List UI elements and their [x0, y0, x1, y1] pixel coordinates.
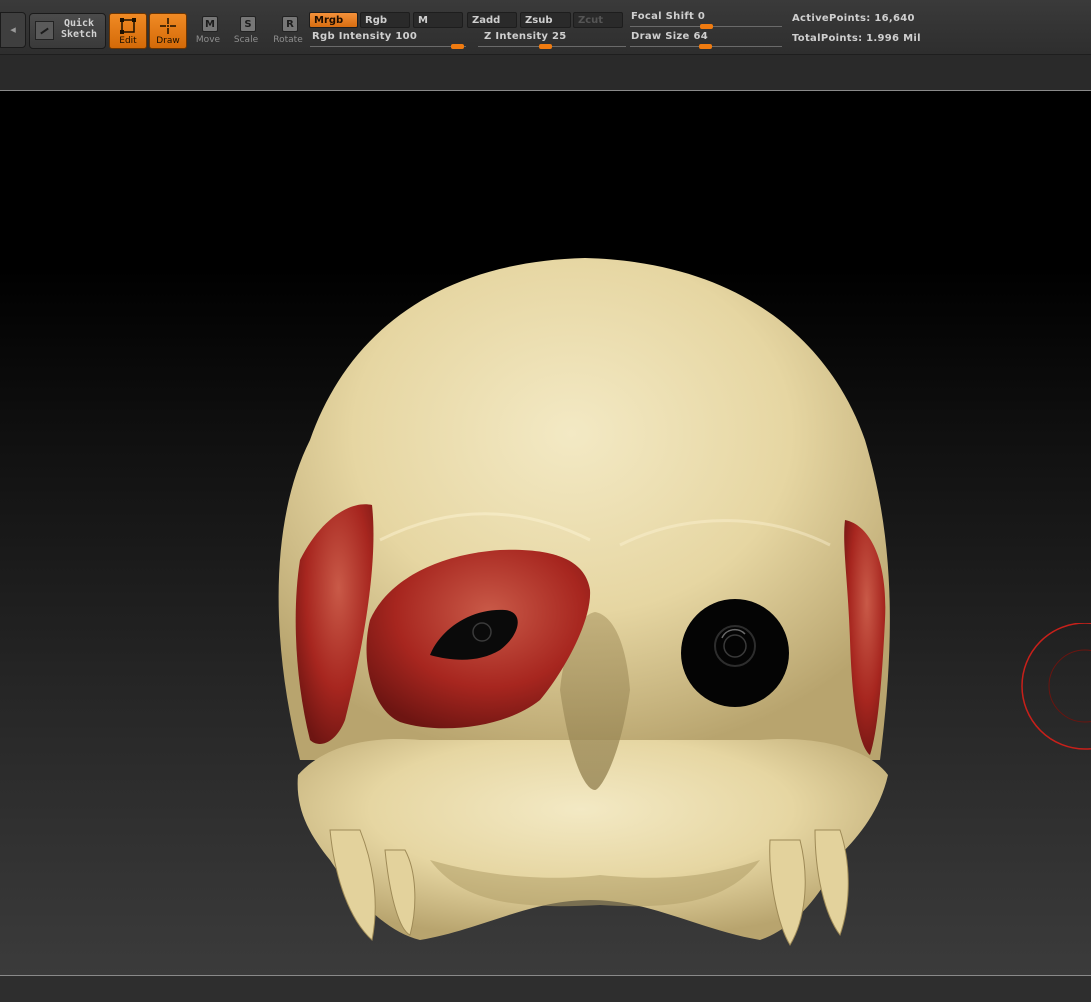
rotate-button[interactable]: R Rotate: [270, 13, 306, 47]
rgb-intensity-value: 100: [395, 31, 418, 42]
quick-sketch-button[interactable]: Quick Sketch: [29, 13, 106, 49]
draw-size-label: Draw Size: [631, 31, 690, 42]
draw-button[interactable]: Draw: [149, 13, 187, 49]
quick-sketch-icon: [35, 21, 54, 40]
secondary-toolbar: [0, 55, 1091, 91]
tooth: [814, 829, 849, 937]
move-icon: M: [202, 16, 218, 32]
scale-label: Scale: [233, 35, 259, 45]
edit-label: Edit: [119, 36, 137, 46]
zadd-button[interactable]: Zadd: [467, 12, 517, 28]
focal-shift-value: 0: [697, 11, 706, 22]
z-intensity-track[interactable]: [478, 46, 626, 47]
move-button[interactable]: M Move: [190, 13, 226, 47]
active-points-readout: ActivePoints: 16,640: [792, 13, 915, 24]
zsub-button[interactable]: Zsub: [520, 12, 571, 28]
focal-shift-label: Focal Shift: [631, 11, 695, 22]
rotate-icon: R: [282, 16, 298, 32]
z-intensity-value: 25: [552, 31, 567, 42]
edit-frame-icon: [120, 18, 136, 34]
m-button[interactable]: M: [413, 12, 463, 28]
skull-model[interactable]: [0, 91, 1091, 975]
rgb-intensity-label: Rgb Intensity: [312, 31, 392, 42]
bottom-shelf: [0, 975, 1091, 1002]
chevron-left-icon: ◂: [10, 23, 16, 36]
focal-shift-knob[interactable]: [700, 24, 713, 29]
z-intensity-knob[interactable]: [539, 44, 552, 49]
3d-viewport[interactable]: [0, 91, 1091, 975]
draw-size-knob[interactable]: [699, 44, 712, 49]
draw-crosshair-icon: [160, 18, 176, 34]
draw-label: Draw: [156, 36, 180, 46]
move-label: Move: [195, 35, 221, 45]
quick-sketch-label-line2: Sketch: [60, 29, 98, 40]
top-toolbar: ◂ Quick Sketch Edit Draw M Move S Scale …: [0, 0, 1091, 55]
quick-sketch-label-line1: Quick: [63, 18, 95, 29]
scale-button[interactable]: S Scale: [228, 13, 264, 47]
draw-size-value: 64: [693, 31, 708, 42]
edit-button[interactable]: Edit: [109, 13, 147, 49]
z-intensity-label: Z Intensity: [484, 31, 549, 42]
rgb-intensity-knob[interactable]: [451, 44, 464, 49]
scale-icon: S: [240, 16, 256, 32]
zcut-button[interactable]: Zcut: [573, 12, 623, 28]
mrgb-button[interactable]: Mrgb: [309, 12, 358, 28]
right-eyeball: [681, 599, 789, 707]
brush-cursor-icon: [1021, 623, 1091, 750]
rotate-label: Rotate: [273, 35, 303, 45]
rgb-intensity-track[interactable]: [310, 46, 466, 47]
total-points-readout: TotalPoints: 1.996 Mil: [792, 33, 921, 44]
left-edge-button[interactable]: ◂: [0, 12, 26, 48]
rgb-button[interactable]: Rgb: [360, 12, 410, 28]
